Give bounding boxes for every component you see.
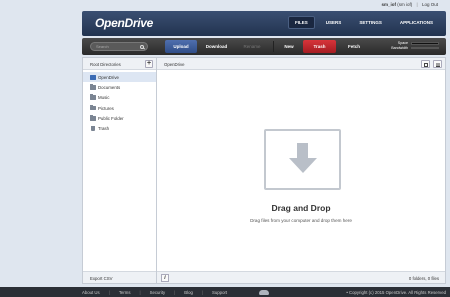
content-footer: i 0 folders, 0 files xyxy=(157,271,445,283)
bandwidth-meter xyxy=(411,46,439,49)
logout-link[interactable]: Log Out xyxy=(422,2,438,7)
new-button[interactable]: New xyxy=(278,40,300,53)
select-toggle-button[interactable] xyxy=(421,60,430,68)
sidebar-footer: Export CSV xyxy=(83,271,156,283)
item-count: 0 folders, 0 files xyxy=(408,276,439,281)
sidebar-item-public-folder[interactable]: Public Folder xyxy=(83,113,156,123)
footer-link-support[interactable]: Support xyxy=(212,290,227,295)
info-button[interactable]: i xyxy=(161,274,169,282)
file-content: OpenDrive Drag and Drop Drag files from … xyxy=(157,58,445,283)
copyright: • Copyright (c) 2015 OpenDrive. All Righ… xyxy=(346,289,446,295)
separator: | xyxy=(139,289,141,295)
download-button[interactable]: Download xyxy=(200,40,233,53)
trash-icon xyxy=(91,126,95,132)
separator: | xyxy=(174,289,176,295)
sidebar-item-trash[interactable]: Trash xyxy=(83,123,156,133)
upload-button[interactable]: Upload xyxy=(165,40,197,53)
sidebar: Root Directories + OpenDrive Documents M… xyxy=(83,58,157,283)
app-header: OpenDrive FILES USERS SETTINGS APPLICATI… xyxy=(82,11,446,36)
export-csv-link[interactable]: Export CSV xyxy=(90,276,112,281)
sidebar-item-label: Public Folder xyxy=(98,115,124,121)
footer-link-about[interactable]: About Us xyxy=(82,290,100,295)
tab-settings[interactable]: SETTINGS xyxy=(352,16,389,29)
tab-users[interactable]: USERS xyxy=(319,16,349,29)
cloud-icon xyxy=(259,289,269,295)
breadcrumb[interactable]: OpenDrive xyxy=(164,62,185,67)
search-input[interactable]: Search xyxy=(90,42,148,51)
drop-zone[interactable]: Drag and Drop Drag files from your compu… xyxy=(157,70,445,271)
sidebar-item-label: Documents xyxy=(98,84,121,90)
main-nav: FILES USERS SETTINGS APPLICATIONS xyxy=(288,16,440,29)
drop-title: Drag and Drop xyxy=(271,203,331,213)
space-meter xyxy=(411,42,439,45)
search-placeholder: Search xyxy=(96,44,109,49)
list-view-button[interactable] xyxy=(433,60,442,68)
sidebar-item-music[interactable]: Music xyxy=(83,93,156,103)
folder-icon xyxy=(90,94,96,100)
sidebar-title: Root Directories xyxy=(90,62,121,67)
folder-icon xyxy=(90,115,96,121)
toolbar-divider xyxy=(273,41,274,52)
sidebar-item-documents[interactable]: Documents xyxy=(83,82,156,92)
sidebar-item-pictures[interactable]: Pictures xyxy=(83,103,156,113)
user-bar: sm_iof (sm iof) | Log Out xyxy=(382,2,439,7)
bandwidth-label: Bandwidth xyxy=(391,45,408,50)
drive-icon xyxy=(90,74,96,80)
separator: | xyxy=(201,289,204,295)
separator: | xyxy=(416,2,418,7)
file-panel: Root Directories + OpenDrive Documents M… xyxy=(82,57,446,284)
folder-icon xyxy=(90,84,96,90)
breadcrumb-bar: OpenDrive xyxy=(157,58,445,70)
add-directory-button[interactable]: + xyxy=(145,60,153,68)
sidebar-item-label: OpenDrive xyxy=(98,74,119,80)
folder-icon xyxy=(90,104,96,111)
sidebar-item-opendrive[interactable]: OpenDrive xyxy=(83,72,156,83)
username: sm_iof xyxy=(381,2,397,7)
footer-link-terms[interactable]: Terms xyxy=(119,290,131,295)
sidebar-item-label: Trash xyxy=(98,126,110,132)
tab-files[interactable]: FILES xyxy=(288,16,315,29)
file-toolbar: Search Upload Download Rename New Trash … xyxy=(82,38,446,55)
sidebar-item-label: Pictures xyxy=(98,105,114,111)
sidebar-header: Root Directories + xyxy=(83,58,156,70)
logo[interactable]: OpenDrive xyxy=(95,16,153,30)
usage-meters xyxy=(411,42,439,51)
page-footer: About Us | Terms | Security | Blog | Sup… xyxy=(0,287,450,297)
fetch-button[interactable]: Fetch xyxy=(338,40,370,53)
search-icon[interactable] xyxy=(140,44,144,49)
separator: | xyxy=(108,289,110,295)
directory-tree: OpenDrive Documents Music Pictures Publi… xyxy=(83,70,156,134)
rename-button[interactable]: Rename xyxy=(235,40,269,53)
username-suffix: (sm iof) xyxy=(397,2,413,7)
list-icon xyxy=(436,62,440,67)
tab-applications[interactable]: APPLICATIONS xyxy=(393,16,440,29)
download-arrow-head xyxy=(289,158,317,173)
drop-instructions: Drag files from your computer and drop t… xyxy=(250,218,352,223)
usage-labels: Space Bandwidth xyxy=(391,41,408,50)
footer-link-security[interactable]: Security xyxy=(150,290,166,295)
footer-link-blog[interactable]: Blog xyxy=(184,290,193,295)
footer-links: About Us | Terms | Security | Blog | Sup… xyxy=(82,290,227,295)
trash-button[interactable]: Trash xyxy=(303,40,336,53)
checkbox-icon xyxy=(424,62,428,67)
drop-target[interactable] xyxy=(264,129,341,190)
download-arrow-icon xyxy=(297,143,308,159)
sidebar-item-label: Music xyxy=(98,95,110,101)
